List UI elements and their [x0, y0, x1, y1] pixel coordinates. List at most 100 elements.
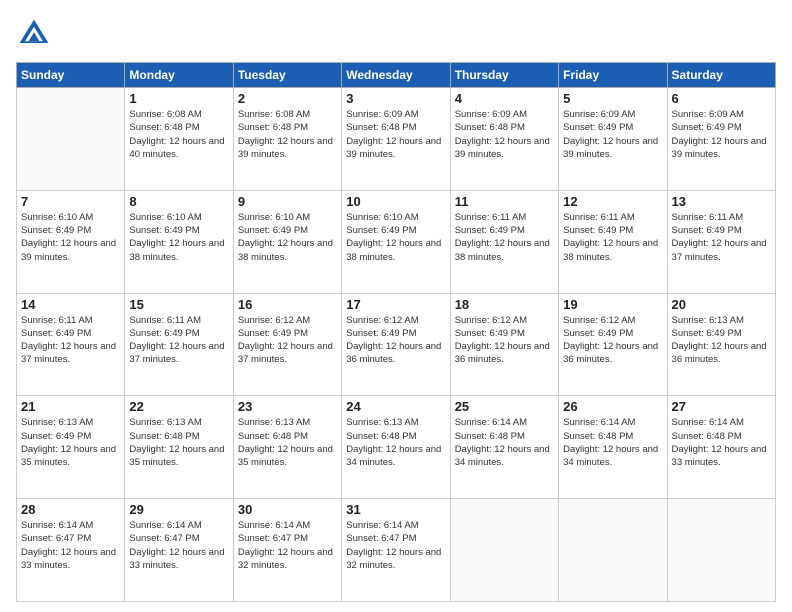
logo: [16, 16, 56, 52]
day-number: 28: [21, 502, 120, 517]
day-info: Sunrise: 6:13 AM Sunset: 6:48 PM Dayligh…: [346, 416, 445, 469]
calendar-cell: 29Sunrise: 6:14 AM Sunset: 6:47 PM Dayli…: [125, 499, 233, 602]
calendar-cell: 21Sunrise: 6:13 AM Sunset: 6:49 PM Dayli…: [17, 396, 125, 499]
day-info: Sunrise: 6:12 AM Sunset: 6:49 PM Dayligh…: [455, 314, 554, 367]
calendar-cell: [17, 88, 125, 191]
calendar-cell: 7 Sunrise: 6:10 AM Sunset: 6:49 PM Daylig…: [17, 190, 125, 293]
calendar-header-tuesday: Tuesday: [233, 63, 341, 88]
day-number: 6: [672, 91, 771, 106]
calendar-cell: 14 Sunrise: 6:11 AM Sunset: 6:49 PM Dayli…: [17, 293, 125, 396]
day-info: Sunrise: 6:13 AM Sunset: 6:48 PM Dayligh…: [129, 416, 228, 469]
calendar-header-row: SundayMondayTuesdayWednesdayThursdayFrid…: [17, 63, 776, 88]
day-info: Sunrise: 6:13 AM Sunset: 6:48 PM Dayligh…: [238, 416, 337, 469]
calendar-cell: 8Sunrise: 6:10 AM Sunset: 6:49 PM Daylig…: [125, 190, 233, 293]
day-number: 9: [238, 194, 337, 209]
calendar-cell: 10 Sunrise: 6:10 AM Sunset: 6:49 PM Dayli…: [342, 190, 450, 293]
day-number: 14: [21, 297, 120, 312]
day-number: 19: [563, 297, 662, 312]
day-info: Sunrise: 6:14 AM Sunset: 6:47 PM Dayligh…: [129, 519, 228, 572]
day-info: Sunrise: 6:14 AM Sunset: 6:47 PM Dayligh…: [238, 519, 337, 572]
calendar-cell: 11 Sunrise: 6:11 AM Sunset: 6:49 PM Dayli…: [450, 190, 558, 293]
day-info: Sunrise: 6:08 AM Sunset: 6:48 PM Dayligh…: [129, 108, 228, 161]
calendar-cell: 19 Sunrise: 6:12 AM Sunset: 6:49 PM Dayli…: [559, 293, 667, 396]
calendar-cell: 30 Sunrise: 6:14 AM Sunset: 6:47 PM Dayli…: [233, 499, 341, 602]
calendar-cell: [667, 499, 775, 602]
day-number: 13: [672, 194, 771, 209]
calendar-cell: [559, 499, 667, 602]
calendar-week-5: 28 Sunrise: 6:14 AM Sunset: 6:47 PM Dayli…: [17, 499, 776, 602]
day-info: Sunrise: 6:11 AM Sunset: 6:49 PM Dayligh…: [672, 211, 771, 264]
day-number: 4: [455, 91, 554, 106]
day-number: 23: [238, 399, 337, 414]
day-number: 3: [346, 91, 445, 106]
day-info: Sunrise: 6:14 AM Sunset: 6:47 PM Dayligh…: [346, 519, 445, 572]
day-number: 10: [346, 194, 445, 209]
page: SundayMondayTuesdayWednesdayThursdayFrid…: [0, 0, 792, 612]
calendar-cell: 17Sunrise: 6:12 AM Sunset: 6:49 PM Dayli…: [342, 293, 450, 396]
day-info: Sunrise: 6:13 AM Sunset: 6:49 PM Dayligh…: [21, 416, 120, 469]
day-info: Sunrise: 6:11 AM Sunset: 6:49 PM Dayligh…: [21, 314, 120, 367]
day-info: Sunrise: 6:14 AM Sunset: 6:48 PM Dayligh…: [672, 416, 771, 469]
calendar-week-3: 14 Sunrise: 6:11 AM Sunset: 6:49 PM Dayli…: [17, 293, 776, 396]
day-info: Sunrise: 6:12 AM Sunset: 6:49 PM Dayligh…: [346, 314, 445, 367]
calendar-cell: 12 Sunrise: 6:11 AM Sunset: 6:49 PM Dayli…: [559, 190, 667, 293]
day-number: 25: [455, 399, 554, 414]
calendar-cell: 16Sunrise: 6:12 AM Sunset: 6:49 PM Dayli…: [233, 293, 341, 396]
day-number: 24: [346, 399, 445, 414]
calendar-cell: 3Sunrise: 6:09 AM Sunset: 6:48 PM Daylig…: [342, 88, 450, 191]
calendar-cell: 13 Sunrise: 6:11 AM Sunset: 6:49 PM Dayli…: [667, 190, 775, 293]
calendar-header-wednesday: Wednesday: [342, 63, 450, 88]
day-info: Sunrise: 6:09 AM Sunset: 6:49 PM Dayligh…: [563, 108, 662, 161]
logo-icon: [16, 16, 52, 52]
calendar-header-thursday: Thursday: [450, 63, 558, 88]
day-number: 31: [346, 502, 445, 517]
calendar-cell: [450, 499, 558, 602]
calendar-header-sunday: Sunday: [17, 63, 125, 88]
day-info: Sunrise: 6:10 AM Sunset: 6:49 PM Dayligh…: [129, 211, 228, 264]
calendar-cell: 31 Sunrise: 6:14 AM Sunset: 6:47 PM Dayli…: [342, 499, 450, 602]
day-info: Sunrise: 6:09 AM Sunset: 6:49 PM Dayligh…: [672, 108, 771, 161]
calendar-cell: 9 Sunrise: 6:10 AM Sunset: 6:49 PM Daylig…: [233, 190, 341, 293]
calendar-week-1: 1 Sunrise: 6:08 AM Sunset: 6:48 PM Daylig…: [17, 88, 776, 191]
day-info: Sunrise: 6:13 AM Sunset: 6:49 PM Dayligh…: [672, 314, 771, 367]
calendar-cell: 6 Sunrise: 6:09 AM Sunset: 6:49 PM Daylig…: [667, 88, 775, 191]
day-number: 5: [563, 91, 662, 106]
day-info: Sunrise: 6:11 AM Sunset: 6:49 PM Dayligh…: [455, 211, 554, 264]
calendar-cell: 22 Sunrise: 6:13 AM Sunset: 6:48 PM Dayli…: [125, 396, 233, 499]
calendar-cell: 1 Sunrise: 6:08 AM Sunset: 6:48 PM Daylig…: [125, 88, 233, 191]
day-number: 16: [238, 297, 337, 312]
calendar-cell: 26 Sunrise: 6:14 AM Sunset: 6:48 PM Dayli…: [559, 396, 667, 499]
calendar-cell: 25 Sunrise: 6:14 AM Sunset: 6:48 PM Dayli…: [450, 396, 558, 499]
day-info: Sunrise: 6:14 AM Sunset: 6:48 PM Dayligh…: [563, 416, 662, 469]
day-info: Sunrise: 6:11 AM Sunset: 6:49 PM Dayligh…: [563, 211, 662, 264]
day-info: Sunrise: 6:10 AM Sunset: 6:49 PM Dayligh…: [21, 211, 120, 264]
calendar-cell: 27 Sunrise: 6:14 AM Sunset: 6:48 PM Dayli…: [667, 396, 775, 499]
calendar-cell: 15 Sunrise: 6:11 AM Sunset: 6:49 PM Dayli…: [125, 293, 233, 396]
calendar-cell: 5 Sunrise: 6:09 AM Sunset: 6:49 PM Daylig…: [559, 88, 667, 191]
calendar: SundayMondayTuesdayWednesdayThursdayFrid…: [16, 62, 776, 602]
calendar-cell: 2Sunrise: 6:08 AM Sunset: 6:48 PM Daylig…: [233, 88, 341, 191]
day-number: 18: [455, 297, 554, 312]
day-number: 12: [563, 194, 662, 209]
day-info: Sunrise: 6:14 AM Sunset: 6:47 PM Dayligh…: [21, 519, 120, 572]
day-number: 22: [129, 399, 228, 414]
day-number: 11: [455, 194, 554, 209]
day-number: 1: [129, 91, 228, 106]
day-number: 30: [238, 502, 337, 517]
calendar-week-4: 21Sunrise: 6:13 AM Sunset: 6:49 PM Dayli…: [17, 396, 776, 499]
day-info: Sunrise: 6:10 AM Sunset: 6:49 PM Dayligh…: [346, 211, 445, 264]
day-number: 7: [21, 194, 120, 209]
day-info: Sunrise: 6:10 AM Sunset: 6:49 PM Dayligh…: [238, 211, 337, 264]
calendar-header-monday: Monday: [125, 63, 233, 88]
day-info: Sunrise: 6:14 AM Sunset: 6:48 PM Dayligh…: [455, 416, 554, 469]
calendar-cell: 28 Sunrise: 6:14 AM Sunset: 6:47 PM Dayli…: [17, 499, 125, 602]
day-number: 2: [238, 91, 337, 106]
day-info: Sunrise: 6:11 AM Sunset: 6:49 PM Dayligh…: [129, 314, 228, 367]
day-number: 26: [563, 399, 662, 414]
day-number: 27: [672, 399, 771, 414]
day-info: Sunrise: 6:12 AM Sunset: 6:49 PM Dayligh…: [563, 314, 662, 367]
day-number: 20: [672, 297, 771, 312]
day-number: 15: [129, 297, 228, 312]
calendar-cell: 23 Sunrise: 6:13 AM Sunset: 6:48 PM Dayli…: [233, 396, 341, 499]
calendar-header-saturday: Saturday: [667, 63, 775, 88]
